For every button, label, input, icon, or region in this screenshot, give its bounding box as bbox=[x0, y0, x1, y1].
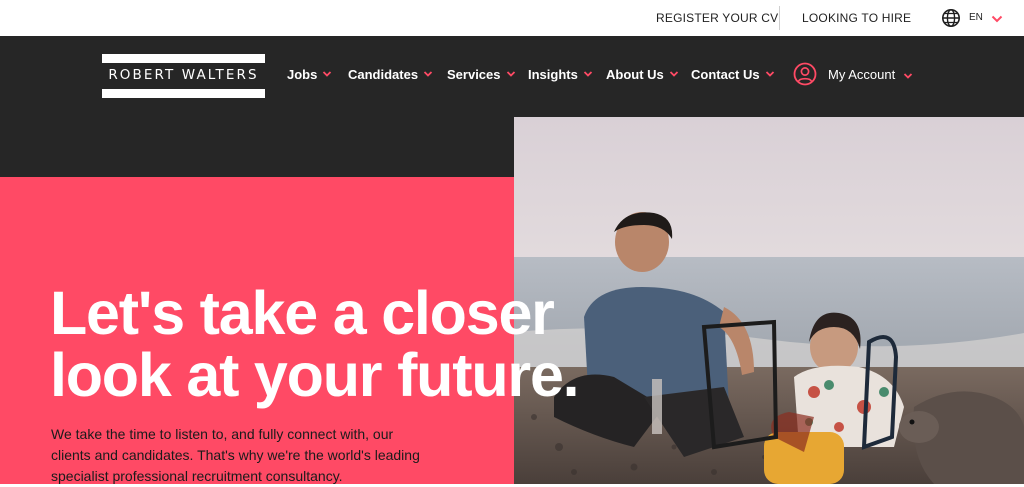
nav-item-label: Jobs bbox=[287, 67, 318, 82]
logo-text: ROBERT WALTERS bbox=[108, 67, 259, 83]
chevron-down-icon bbox=[903, 73, 913, 79]
chevron-down-icon bbox=[423, 71, 433, 77]
nav-item-insights[interactable]: Insights bbox=[528, 64, 593, 86]
nav-item-candidates[interactable]: Candidates bbox=[348, 64, 433, 86]
looking-to-hire-link[interactable]: LOOKING TO HIRE bbox=[802, 0, 911, 36]
hero-headline: Let's take a closer look at your future. bbox=[50, 282, 670, 406]
chevron-down-icon bbox=[583, 71, 592, 77]
nav-item-jobs[interactable]: Jobs bbox=[287, 64, 332, 86]
chevron-down-icon bbox=[765, 71, 774, 77]
register-cv-link[interactable]: REGISTER YOUR CV bbox=[656, 0, 778, 36]
main-nav: ROBERT WALTERS Jobs Candidates Services … bbox=[0, 36, 1024, 117]
language-selector[interactable]: EN bbox=[969, 0, 983, 36]
robert-walters-logo[interactable]: ROBERT WALTERS bbox=[102, 54, 265, 98]
chevron-down-icon[interactable] bbox=[990, 12, 1004, 26]
utility-divider bbox=[779, 6, 780, 30]
logo-bar-bottom bbox=[102, 89, 265, 98]
hero-dark-band bbox=[0, 117, 514, 177]
globe-icon[interactable] bbox=[941, 8, 961, 28]
nav-item-contact-us[interactable]: Contact Us bbox=[691, 64, 775, 86]
hero-description: We take the time to listen to, and fully… bbox=[51, 426, 420, 484]
nav-item-label: About Us bbox=[606, 67, 664, 82]
user-icon bbox=[793, 62, 817, 86]
my-account-label: My Account bbox=[828, 67, 896, 82]
chevron-down-icon bbox=[506, 71, 515, 77]
nav-item-label: Services bbox=[447, 67, 501, 82]
nav-item-label: Candidates bbox=[348, 67, 419, 82]
hero-headline-line1: Let's take a closer bbox=[50, 279, 555, 347]
chevron-down-icon bbox=[669, 71, 678, 77]
utility-bar: REGISTER YOUR CV LOOKING TO HIRE EN bbox=[0, 0, 1024, 36]
chevron-down-icon bbox=[323, 71, 332, 77]
nav-item-services[interactable]: Services bbox=[447, 64, 516, 86]
logo-bar-top bbox=[102, 54, 265, 63]
nav-item-about-us[interactable]: About Us bbox=[606, 64, 679, 86]
hero-headline-line2: look at your future. bbox=[50, 341, 580, 409]
nav-item-label: Insights bbox=[528, 67, 578, 82]
nav-item-label: Contact Us bbox=[691, 67, 760, 82]
